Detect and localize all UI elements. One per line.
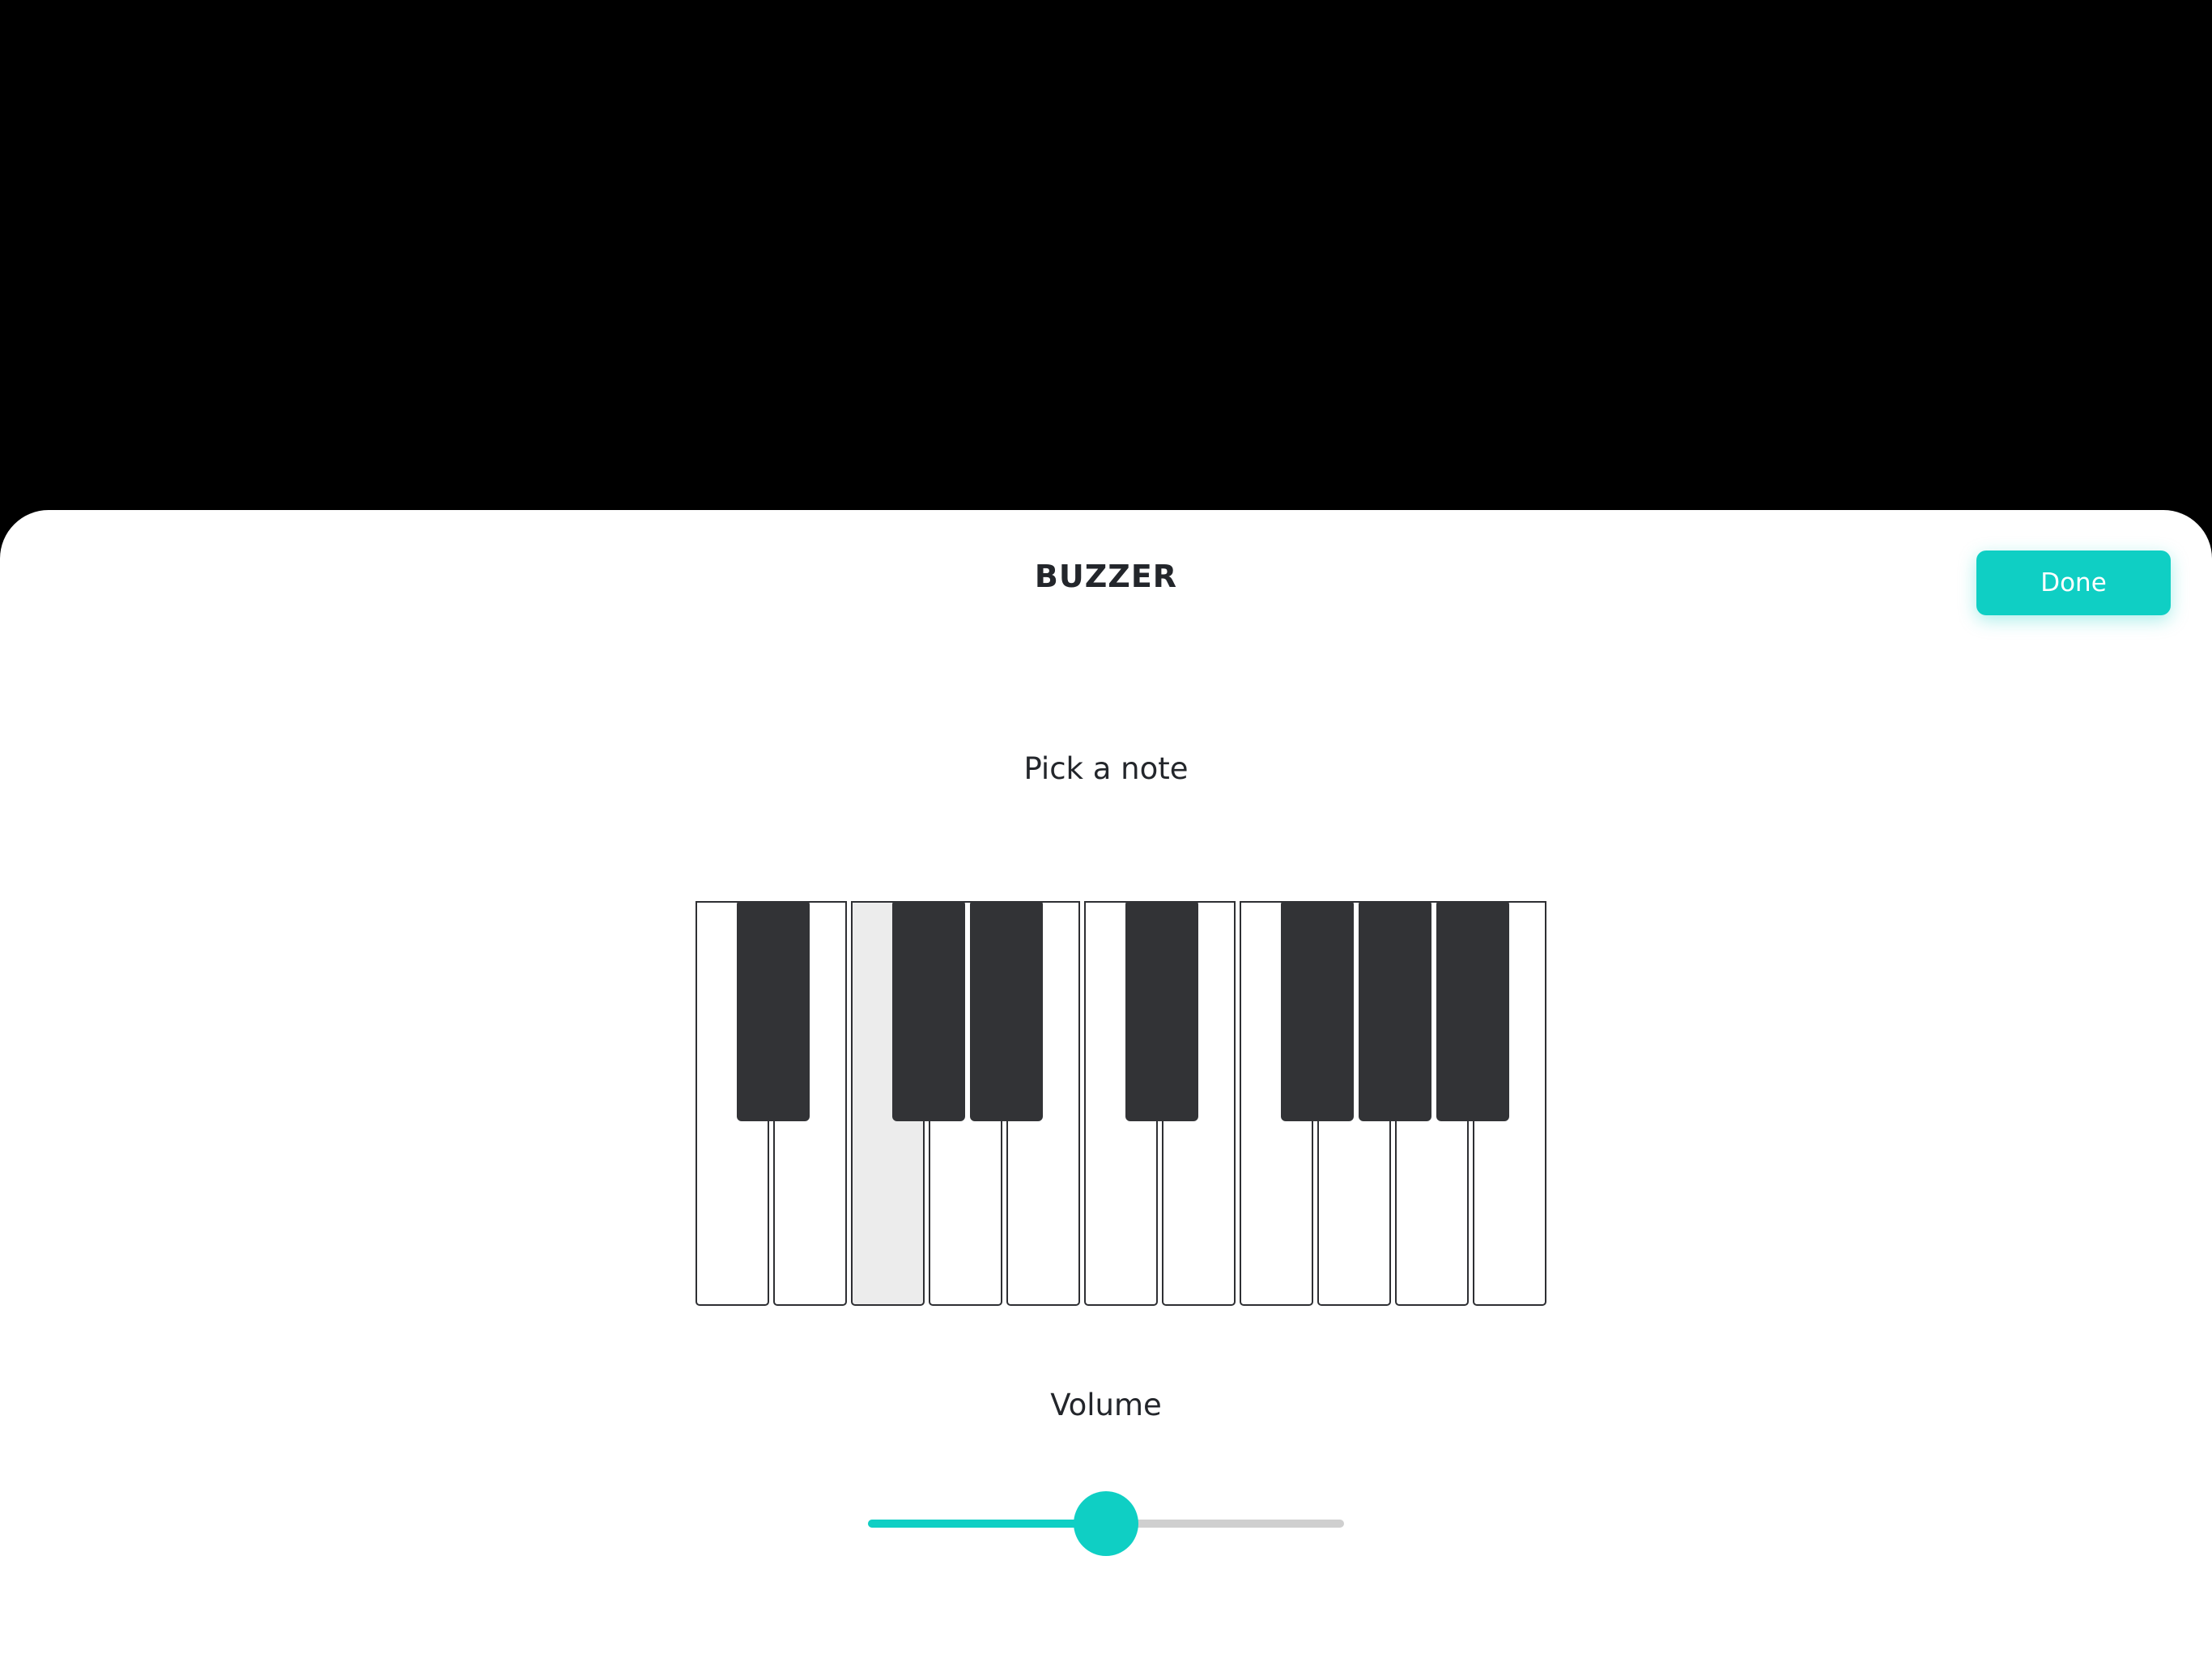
- black-key[interactable]: [1359, 901, 1431, 1121]
- sheet-title: BUZZER: [1034, 559, 1178, 594]
- volume-fill: [868, 1520, 1106, 1528]
- black-key[interactable]: [1125, 901, 1198, 1121]
- screen: BUZZER Done Pick a note Volume: [0, 0, 2212, 1658]
- black-key[interactable]: [1436, 901, 1509, 1121]
- pick-note-label: Pick a note: [1023, 751, 1189, 786]
- black-key[interactable]: [970, 901, 1043, 1121]
- black-key[interactable]: [1281, 901, 1354, 1121]
- done-button[interactable]: Done: [1976, 551, 2171, 615]
- black-key[interactable]: [737, 901, 810, 1121]
- piano-keyboard: [696, 901, 1549, 1310]
- volume-slider[interactable]: [868, 1491, 1344, 1556]
- buzzer-sheet: BUZZER Done Pick a note Volume: [0, 510, 2212, 1658]
- volume-label: Volume: [1050, 1388, 1162, 1422]
- black-key[interactable]: [892, 901, 965, 1121]
- volume-thumb[interactable]: [1074, 1491, 1138, 1556]
